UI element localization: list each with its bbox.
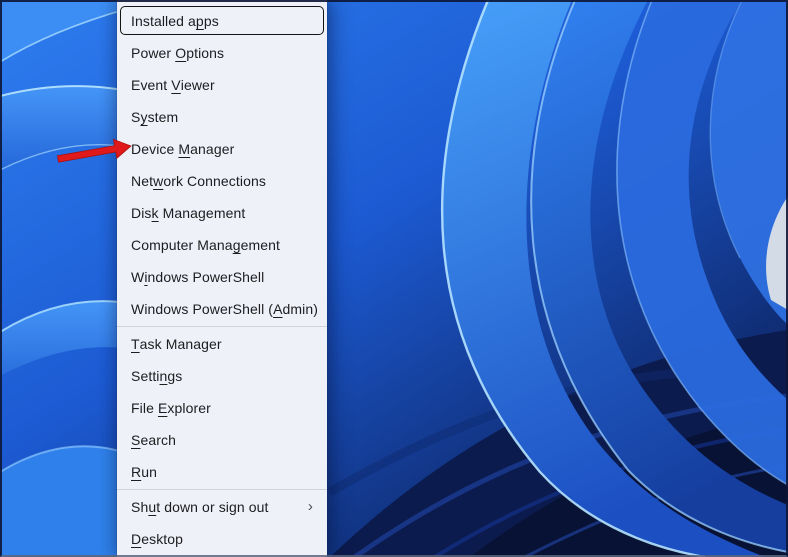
menu-item-label: E	[157, 400, 168, 416]
menu-item-file-explorer[interactable]: File Explorer	[117, 392, 327, 424]
menu-item-label: p	[195, 13, 204, 29]
chevron-right-icon: ›	[307, 497, 313, 515]
menu-item-label: earch	[140, 432, 176, 448]
menu-item-power-options[interactable]: Power Options	[117, 37, 327, 69]
menu-separator	[117, 326, 327, 327]
menu-item-label: gs	[167, 368, 183, 384]
menu-item-label: k	[151, 205, 159, 221]
menu-item-label: Power	[131, 45, 176, 61]
menu-item-label: Net	[131, 173, 154, 189]
menu-item-label: un	[141, 464, 157, 480]
menu-item-computer-management[interactable]: Computer Mana g ement	[117, 229, 327, 261]
menu-item-label: S	[131, 109, 141, 125]
menu-item-label: M	[178, 141, 191, 157]
menu-item-label: ptions	[186, 45, 225, 61]
menu-item-label: Device	[131, 141, 179, 157]
menu-item-label: y	[140, 109, 148, 125]
menu-item-label: Event	[131, 77, 172, 93]
menu-item-run[interactable]: Run	[117, 456, 327, 488]
desktop: Installed a p ps Power Options Event Viewer S…	[0, 0, 788, 557]
menu-item-label: A	[273, 301, 283, 317]
menu-item-label: S	[131, 432, 141, 448]
menu-item-label: ps	[203, 13, 219, 29]
menu-item-label: Windows PowerShell (	[131, 301, 274, 317]
menu-item-label: esktop	[141, 531, 184, 547]
menu-item-settings[interactable]: Setti n gs	[117, 360, 327, 392]
winx-context-menu: Installed a p ps Power Options Event Viewer S…	[117, 0, 327, 557]
menu-item-label: w	[153, 173, 164, 189]
menu-item-device-manager[interactable]: Device Manager	[117, 133, 327, 165]
menu-item-installed-apps[interactable]: Installed a p ps	[117, 5, 327, 37]
menu-item-task-manager[interactable]: Task Manager	[117, 328, 327, 360]
menu-item-label: V	[171, 77, 181, 93]
menu-item-event-viewer[interactable]: Event Viewer	[117, 69, 327, 101]
menu-item-label: dmin)	[282, 301, 319, 317]
menu-item-search[interactable]: Search	[117, 424, 327, 456]
menu-item-label: xplorer	[167, 400, 211, 416]
menu-item-label: g	[232, 237, 241, 253]
menu-item-label: File	[131, 400, 158, 416]
menu-item-label: ement	[240, 237, 280, 253]
menu-item-label: Installed a	[131, 13, 196, 29]
menu-item-windows-powershell-admin[interactable]: Windows PowerShell (Admin)	[117, 293, 327, 325]
menu-item-label: Dis	[131, 205, 152, 221]
menu-item-label: O	[175, 45, 187, 61]
menu-item-system[interactable]: Sy stem	[117, 101, 327, 133]
menu-item-label: T	[131, 336, 140, 352]
menu-item-label: ndows PowerShell	[147, 269, 265, 285]
menu-item-label: Setti	[131, 368, 160, 384]
menu-item-label: D	[131, 531, 142, 547]
menu-item-disk-management[interactable]: Dis k Management	[117, 197, 327, 229]
menu-item-label: u	[148, 499, 157, 515]
menu-item-label: ask Manager	[139, 336, 222, 352]
menu-item-label: iewer	[180, 77, 215, 93]
menu-item-label: W	[131, 269, 145, 285]
menu-item-label: Management	[158, 205, 246, 221]
menu-item-label: t down or sign out	[156, 499, 269, 515]
menu-item-desktop[interactable]: Desktop	[117, 523, 327, 555]
menu-item-network-connections[interactable]: Net w ork Connections	[117, 165, 327, 197]
menu-item-shut-down-or-sign-out[interactable]: Sh u t down or sign out ›	[117, 491, 327, 523]
menu-item-label: Sh	[131, 499, 149, 515]
menu-item-windows-powershell[interactable]: Wi ndows PowerShell	[117, 261, 327, 293]
menu-item-label: ork Connections	[163, 173, 266, 189]
menu-item-label: R	[131, 464, 142, 480]
menu-item-label: n	[159, 368, 168, 384]
menu-separator	[117, 489, 327, 490]
menu-item-label: Computer Mana	[131, 237, 233, 253]
menu-item-label: stem	[147, 109, 179, 125]
menu-item-label: anager	[190, 141, 235, 157]
